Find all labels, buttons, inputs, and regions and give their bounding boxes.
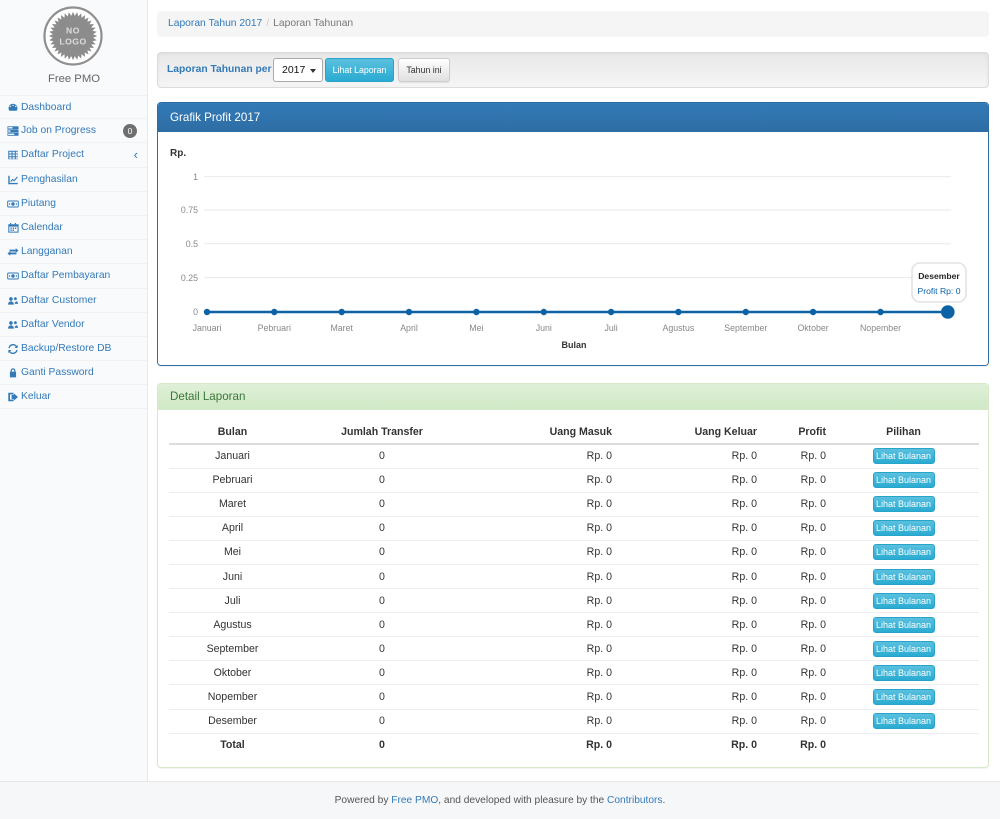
svg-text:September: September xyxy=(724,323,767,333)
svg-text:Januari: Januari xyxy=(193,323,222,333)
svg-text:Oktober: Oktober xyxy=(797,323,828,333)
svg-text:Nopember: Nopember xyxy=(860,323,901,333)
svg-text:1: 1 xyxy=(193,172,198,182)
svg-text:Profit Rp: 0: Profit Rp: 0 xyxy=(918,286,961,296)
svg-text:0: 0 xyxy=(193,307,198,317)
svg-text:NO: NO xyxy=(66,26,80,36)
svg-text:Juli: Juli xyxy=(604,323,617,333)
svg-text:Mei: Mei xyxy=(469,323,483,333)
svg-text:Pebruari: Pebruari xyxy=(258,323,291,333)
svg-text:LOGO: LOGO xyxy=(59,37,86,47)
svg-text:Bulan: Bulan xyxy=(561,340,586,350)
svg-text:Maret: Maret xyxy=(330,323,353,333)
svg-text:0.5: 0.5 xyxy=(186,239,198,249)
svg-text:0.75: 0.75 xyxy=(181,205,198,215)
svg-text:Juni: Juni xyxy=(536,323,552,333)
svg-text:0.25: 0.25 xyxy=(181,273,198,283)
svg-text:Agustus: Agustus xyxy=(663,323,695,333)
svg-text:Desember: Desember xyxy=(918,271,960,281)
svg-text:Rp.: Rp. xyxy=(170,148,186,159)
svg-text:April: April xyxy=(400,323,418,333)
